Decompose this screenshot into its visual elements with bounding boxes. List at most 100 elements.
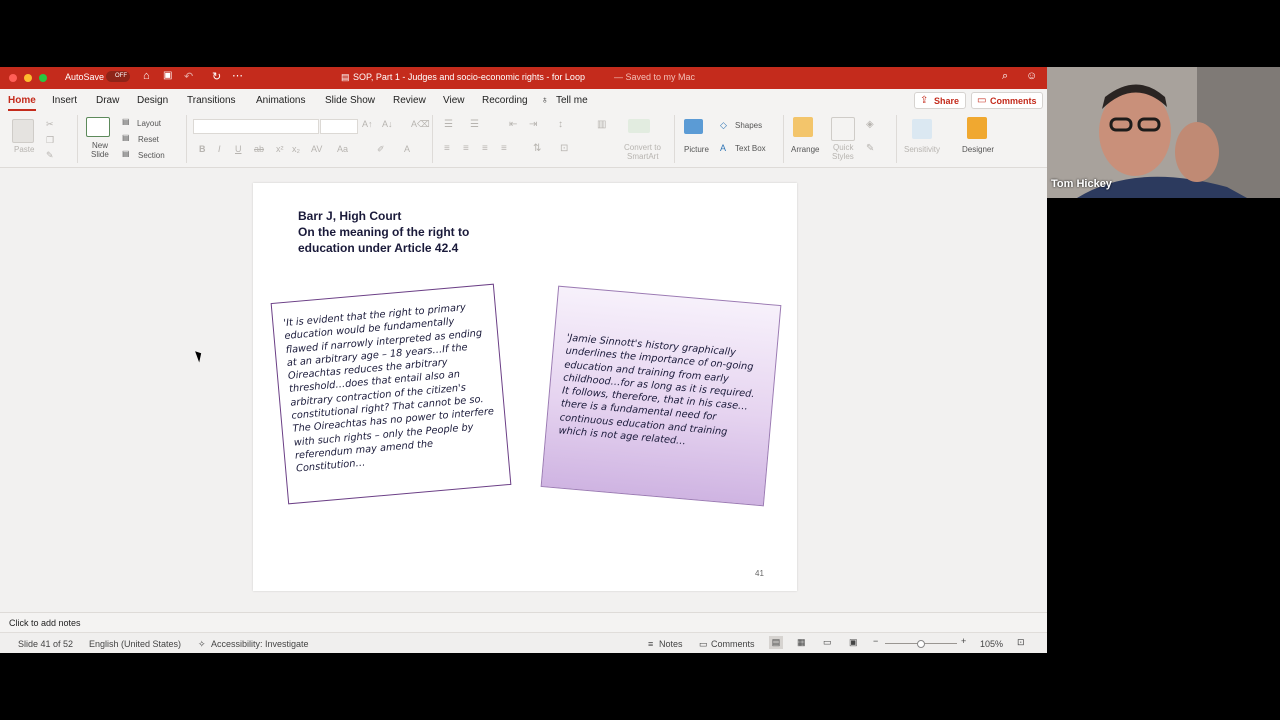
slide-page-number: 41 bbox=[755, 569, 764, 578]
numbering-icon[interactable]: ☰ bbox=[470, 119, 479, 130]
line-spacing-icon[interactable]: ↕ bbox=[558, 119, 563, 130]
font-name-dropdown[interactable] bbox=[193, 119, 319, 134]
sensitivity-icon[interactable] bbox=[912, 119, 932, 139]
more-icon[interactable]: ⋯ bbox=[232, 69, 243, 82]
char-spacing-icon[interactable]: AV bbox=[311, 144, 322, 154]
columns-icon[interactable]: ▥ bbox=[597, 119, 606, 130]
align-right-icon[interactable]: ≡ bbox=[482, 143, 488, 154]
quick-styles-icon[interactable] bbox=[831, 117, 855, 141]
highlight-icon[interactable]: ✐ bbox=[377, 144, 385, 155]
home-icon[interactable]: ⌂ bbox=[143, 70, 150, 82]
slide-41[interactable]: Barr J, High Court On the meaning of the… bbox=[253, 183, 797, 591]
tab-insert[interactable]: Insert bbox=[52, 95, 77, 106]
designer-icon[interactable] bbox=[967, 117, 987, 139]
align-text-icon[interactable]: ⊡ bbox=[560, 143, 568, 154]
tab-transitions[interactable]: Transitions bbox=[187, 95, 236, 106]
shape-fill-icon[interactable]: ◈ bbox=[866, 119, 874, 130]
strikethrough-button[interactable]: ab bbox=[254, 144, 264, 154]
increase-indent-icon[interactable]: ⇥ bbox=[529, 119, 537, 130]
layout-button[interactable]: Layout bbox=[137, 119, 161, 128]
tab-view[interactable]: View bbox=[443, 95, 465, 106]
zoom-level[interactable]: 105% bbox=[980, 639, 1003, 649]
smartart-icon[interactable] bbox=[628, 119, 650, 133]
account-icon[interactable]: ☺ bbox=[1026, 70, 1037, 82]
change-case-icon[interactable]: Aa bbox=[337, 144, 348, 154]
comments-button[interactable]: ▭ Comments bbox=[971, 92, 1043, 109]
decrease-font-icon[interactable]: A↓ bbox=[382, 119, 393, 129]
ribbon-tabs: Home Insert Draw Design Transitions Anim… bbox=[0, 89, 1047, 111]
normal-view-icon[interactable]: ▤ bbox=[769, 636, 783, 649]
picture-icon[interactable] bbox=[684, 119, 703, 134]
share-button[interactable]: ⇪ Share bbox=[914, 92, 966, 109]
tab-animations[interactable]: Animations bbox=[256, 95, 305, 106]
tab-draw[interactable]: Draw bbox=[96, 95, 119, 106]
cut-icon[interactable]: ✂ bbox=[46, 119, 54, 130]
notes-pane[interactable]: Click to add notes bbox=[0, 612, 1047, 633]
redo-icon[interactable]: ↻ bbox=[212, 70, 221, 83]
autosave-toggle[interactable]: OFF bbox=[106, 71, 130, 82]
textbox-icon: A bbox=[720, 143, 727, 153]
shapes-button[interactable]: Shapes bbox=[735, 121, 762, 130]
italic-button[interactable]: I bbox=[218, 144, 221, 154]
fit-slide-icon[interactable]: ⊡ bbox=[1017, 637, 1025, 648]
copy-icon[interactable]: ❐ bbox=[46, 135, 54, 146]
justify-icon[interactable]: ≡ bbox=[501, 143, 507, 154]
tab-design[interactable]: Design bbox=[137, 95, 168, 106]
quick-styles-label-2: Styles bbox=[832, 152, 854, 161]
tab-home[interactable]: Home bbox=[8, 95, 36, 111]
paste-icon[interactable] bbox=[12, 119, 34, 143]
shape-outline-icon[interactable]: ✎ bbox=[866, 143, 874, 154]
quote-box-right[interactable]: 'Jamie Sinnott's history graphically und… bbox=[540, 285, 782, 507]
tab-slide-show[interactable]: Slide Show bbox=[325, 95, 375, 106]
zoom-in-icon[interactable]: + bbox=[961, 636, 966, 646]
layout-icon: ▤ bbox=[122, 117, 130, 126]
slide-title[interactable]: Barr J, High Court On the meaning of the… bbox=[298, 208, 469, 256]
tell-me-search[interactable]: Tell me bbox=[556, 95, 588, 106]
comments-toggle[interactable]: Comments bbox=[711, 639, 755, 649]
tab-review[interactable]: Review bbox=[393, 95, 426, 106]
superscript-icon[interactable]: x² bbox=[276, 144, 284, 154]
save-icon[interactable]: ▣ bbox=[163, 70, 172, 81]
zoom-slider-thumb[interactable] bbox=[917, 640, 925, 648]
tab-recording[interactable]: Recording bbox=[482, 95, 528, 106]
notes-icon: ≡ bbox=[648, 639, 654, 649]
minimize-window-button[interactable] bbox=[24, 74, 32, 82]
subscript-icon[interactable]: x₂ bbox=[292, 144, 300, 154]
slide-count: Slide 41 of 52 bbox=[18, 639, 74, 649]
reset-button[interactable]: Reset bbox=[138, 135, 159, 144]
clear-format-icon[interactable]: A⌫ bbox=[411, 119, 430, 130]
slide-title-line-2: On the meaning of the right to bbox=[298, 225, 470, 239]
notes-toggle[interactable]: Notes bbox=[659, 639, 683, 649]
title-bar: AutoSave OFF ⌂ ▣ ↶ ↻ ⋯ ▤ SOP, Part 1 - J… bbox=[0, 67, 1047, 89]
language-status[interactable]: English (United States) bbox=[89, 639, 181, 649]
zoom-out-icon[interactable]: − bbox=[873, 636, 878, 646]
align-left-icon[interactable]: ≡ bbox=[444, 143, 450, 154]
font-color-icon[interactable]: A bbox=[404, 144, 410, 154]
undo-icon[interactable]: ↶ bbox=[184, 70, 193, 83]
bullets-icon[interactable]: ☰ bbox=[444, 119, 453, 130]
font-size-dropdown[interactable] bbox=[320, 119, 358, 134]
accessibility-status[interactable]: Accessibility: Investigate bbox=[211, 639, 309, 649]
close-window-button[interactable] bbox=[9, 74, 17, 82]
picture-label: Picture bbox=[684, 145, 709, 154]
textbox-button[interactable]: Text Box bbox=[735, 144, 766, 153]
quote-box-left[interactable]: 'It is evident that the right to primary… bbox=[270, 283, 512, 505]
quick-styles-label-1: Quick bbox=[833, 143, 854, 152]
text-direction-icon[interactable]: ⇅ bbox=[533, 143, 541, 154]
arrange-icon[interactable] bbox=[793, 117, 813, 137]
new-slide-icon[interactable] bbox=[86, 117, 110, 137]
section-button[interactable]: Section bbox=[138, 151, 165, 160]
search-icon[interactable]: ⌕ bbox=[1002, 70, 1008, 83]
status-bar: Slide 41 of 52 English (United States) ✧… bbox=[0, 632, 1047, 653]
slideshow-view-icon[interactable]: ▣ bbox=[849, 637, 858, 648]
reading-view-icon[interactable]: ▭ bbox=[823, 637, 832, 648]
bold-button[interactable]: B bbox=[199, 144, 206, 154]
decrease-indent-icon[interactable]: ⇤ bbox=[509, 119, 517, 130]
new-slide-label-1: New bbox=[92, 141, 109, 150]
maximize-window-button[interactable] bbox=[39, 74, 47, 82]
underline-button[interactable]: U bbox=[235, 144, 242, 154]
format-painter-icon[interactable]: ✎ bbox=[46, 150, 54, 161]
align-center-icon[interactable]: ≡ bbox=[463, 143, 469, 154]
slide-sorter-icon[interactable]: ▦ bbox=[797, 637, 806, 648]
increase-font-icon[interactable]: A↑ bbox=[362, 119, 373, 129]
